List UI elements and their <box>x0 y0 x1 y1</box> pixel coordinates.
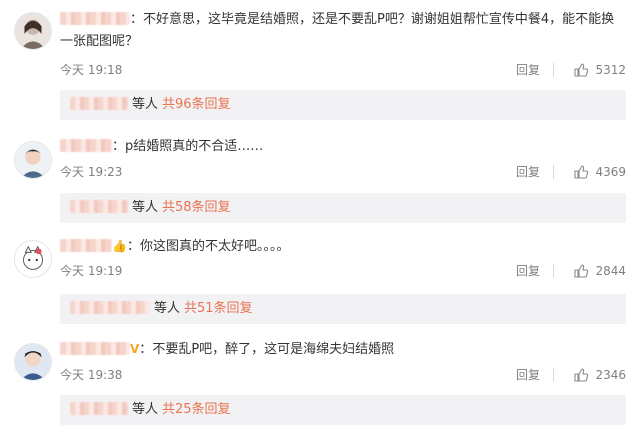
thumbs-up-icon <box>574 368 589 382</box>
replies-count-link[interactable]: 共96条回复 <box>162 97 231 112</box>
replies-summary[interactable]: 等人 共96条回复 <box>60 90 626 120</box>
replies-summary[interactable]: 等人 共25条回复 <box>60 395 626 425</box>
divider <box>553 368 554 382</box>
reply-usernames <box>70 97 128 110</box>
divider <box>553 63 554 77</box>
username[interactable] <box>60 239 112 252</box>
comment-meta: 今天 19:38 回复 2346 <box>60 366 626 384</box>
divider <box>553 264 554 278</box>
comment-meta: 今天 19:23 回复 4369 <box>60 163 626 181</box>
comment-meta: 今天 19:18 回复 5312 <box>60 61 626 79</box>
reply-button[interactable]: 回复 <box>516 262 540 280</box>
thumbs-up-icon <box>574 264 589 278</box>
like-button[interactable]: 2844 <box>573 262 626 280</box>
comment-time: 今天 19:23 <box>60 165 123 179</box>
replies-deng: 等人 <box>154 301 181 316</box>
like-button[interactable]: 5312 <box>573 61 626 79</box>
avatar[interactable] <box>14 12 52 50</box>
comment-time: 今天 19:38 <box>60 368 123 382</box>
comment-time: 今天 19:18 <box>60 63 123 77</box>
like-count: 4369 <box>595 165 626 179</box>
replies-deng: 等人 <box>132 402 159 417</box>
avatar[interactable] <box>14 141 52 179</box>
reply-usernames <box>70 301 150 314</box>
comment-body: V：不要乱P吧，醉了，这可是海绵夫妇结婚照 <box>60 338 626 361</box>
username-colon: ： <box>126 239 140 254</box>
replies-count-link[interactable]: 共51条回复 <box>184 301 253 316</box>
comment-body: ：p结婚照真的不合适…… <box>60 136 626 158</box>
comment-text: 不好意思，这毕竟是结婚照，还是不要乱P吧？谢谢姐姐帮忙宣传中餐4，能不能换一张配… <box>60 12 615 49</box>
reply-button[interactable]: 回复 <box>516 366 540 384</box>
comment-text: 不要乱P吧，醉了，这可是海绵夫妇结婚照 <box>152 342 395 357</box>
username[interactable] <box>60 12 130 25</box>
comment-time: 今天 19:19 <box>60 264 123 278</box>
username[interactable] <box>60 139 112 152</box>
username-colon: ： <box>139 342 153 357</box>
thumbs-up-icon <box>574 165 589 179</box>
comment-text: 你这图真的不太好吧。。。。 <box>139 239 290 254</box>
like-button[interactable]: 2346 <box>573 366 626 384</box>
username-colon: ： <box>112 139 126 154</box>
thumbs-up-icon <box>574 63 589 77</box>
like-count: 5312 <box>595 63 626 77</box>
avatar[interactable] <box>14 343 52 381</box>
comment-body: 👍：你这图真的不太好吧。。。。 <box>60 235 626 258</box>
verified-badge-icon: V <box>130 342 140 356</box>
reply-button[interactable]: 回复 <box>516 61 540 79</box>
replies-count-link[interactable]: 共25条回复 <box>162 402 231 417</box>
comment-meta: 今天 19:19 回复 2844 <box>60 262 626 280</box>
replies-count-link[interactable]: 共58条回复 <box>162 200 231 215</box>
username[interactable] <box>60 342 130 355</box>
reply-usernames <box>70 200 128 213</box>
reply-usernames <box>70 402 128 415</box>
like-count: 2346 <box>595 368 626 382</box>
replies-summary[interactable]: 等人 共58条回复 <box>60 193 626 223</box>
replies-deng: 等人 <box>132 200 159 215</box>
comment-text: p结婚照真的不合适…… <box>125 139 264 154</box>
divider <box>553 165 554 179</box>
username-colon: ： <box>130 12 144 27</box>
user-badge: 👍 <box>112 239 127 253</box>
replies-summary[interactable]: 等人 共51条回复 <box>60 294 626 324</box>
comment-body: ：不好意思，这毕竟是结婚照，还是不要乱P吧？谢谢姐姐帮忙宣传中餐4，能不能换一张… <box>60 9 626 53</box>
reply-button[interactable]: 回复 <box>516 163 540 181</box>
like-count: 2844 <box>595 264 626 278</box>
replies-deng: 等人 <box>132 97 159 112</box>
like-button[interactable]: 4369 <box>573 163 626 181</box>
avatar[interactable] <box>14 240 52 278</box>
